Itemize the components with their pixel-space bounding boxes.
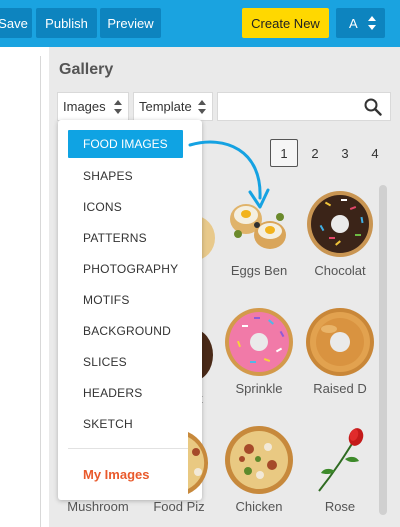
image-type-dropdown: FOOD IMAGES SHAPES ICONS PATTERNS PHOTOG… [58,120,202,500]
top-toolbar: Save Publish Preview Create New A [0,0,400,47]
save-button[interactable]: Save [0,8,32,38]
canvas-page[interactable] [0,56,41,527]
gallery-thumb-chicken[interactable]: Chicken [222,425,296,514]
updown-arrows-icon [368,16,376,30]
template-select[interactable]: Template [133,92,213,121]
dropdown-item-sketch[interactable]: SKETCH [83,417,133,431]
dropdown-item-background[interactable]: BACKGROUND [83,324,171,338]
search-input[interactable] [217,92,391,121]
search-icon[interactable] [364,98,382,116]
dropdown-item-my-images[interactable]: My Images [83,467,149,482]
gallery-scrollbar[interactable] [379,185,387,515]
thumb-image [224,307,294,377]
account-label: A [349,15,358,31]
thumb-image [224,189,294,259]
dropdown-item-food-images[interactable]: FOOD IMAGES [68,130,183,158]
dropdown-item-patterns[interactable]: PATTERNS [83,231,147,245]
dropdown-item-motifs[interactable]: MOTIFS [83,293,130,307]
dropdown-divider [68,448,192,449]
gallery-title: Gallery [59,61,114,78]
page-3-button[interactable]: 3 [331,139,359,167]
preview-button[interactable]: Preview [100,8,161,38]
pizza-partial-icon [188,432,209,494]
thumb-label: Mushroom [67,499,129,514]
gallery-thumb-chocolate[interactable]: Chocolat [303,189,377,278]
dropdown-item-slices[interactable]: SLICES [83,355,127,369]
page-4-button[interactable]: 4 [361,139,389,167]
dropdown-item-headers[interactable]: HEADERS [83,386,142,400]
account-select[interactable]: A [336,8,385,38]
page-1-button[interactable]: 1 [270,139,298,167]
gallery-thumb-eggs[interactable]: Eggs Ben [222,189,296,278]
gallery-thumb-raised[interactable]: Raised D [303,307,377,396]
thumb-image [305,189,375,259]
thumb-label: Eggs Ben [230,263,288,278]
thumb-label: Chocolat [314,263,366,278]
updown-arrows-icon [198,100,206,114]
gallery-thumb-sprinkle[interactable]: Sprinkle [222,307,296,396]
dropdown-item-icons[interactable]: ICONS [83,200,122,214]
thumb-label: Food Piz [153,499,205,514]
thumb-label: Chicken [235,499,283,514]
thumb-label: Sprinkle [235,381,283,396]
gallery-thumb-rose[interactable]: Rose [303,425,377,514]
thumb-label: Raised D [313,381,367,396]
thumb-image [305,425,375,495]
publish-button[interactable]: Publish [36,8,97,38]
updown-arrows-icon [114,100,122,114]
page-2-button[interactable]: 2 [301,139,329,167]
thumb-image [224,425,294,495]
dropdown-item-shapes[interactable]: SHAPES [83,169,133,183]
template-value: Template [139,99,192,114]
create-new-button[interactable]: Create New [242,8,329,38]
thumb-label: Rose [324,499,356,514]
dropdown-item-photography[interactable]: PHOTOGRAPHY [83,262,178,276]
thumb-image [305,307,375,377]
image-type-select[interactable]: Images [57,92,129,121]
image-type-value: Images [63,99,106,114]
